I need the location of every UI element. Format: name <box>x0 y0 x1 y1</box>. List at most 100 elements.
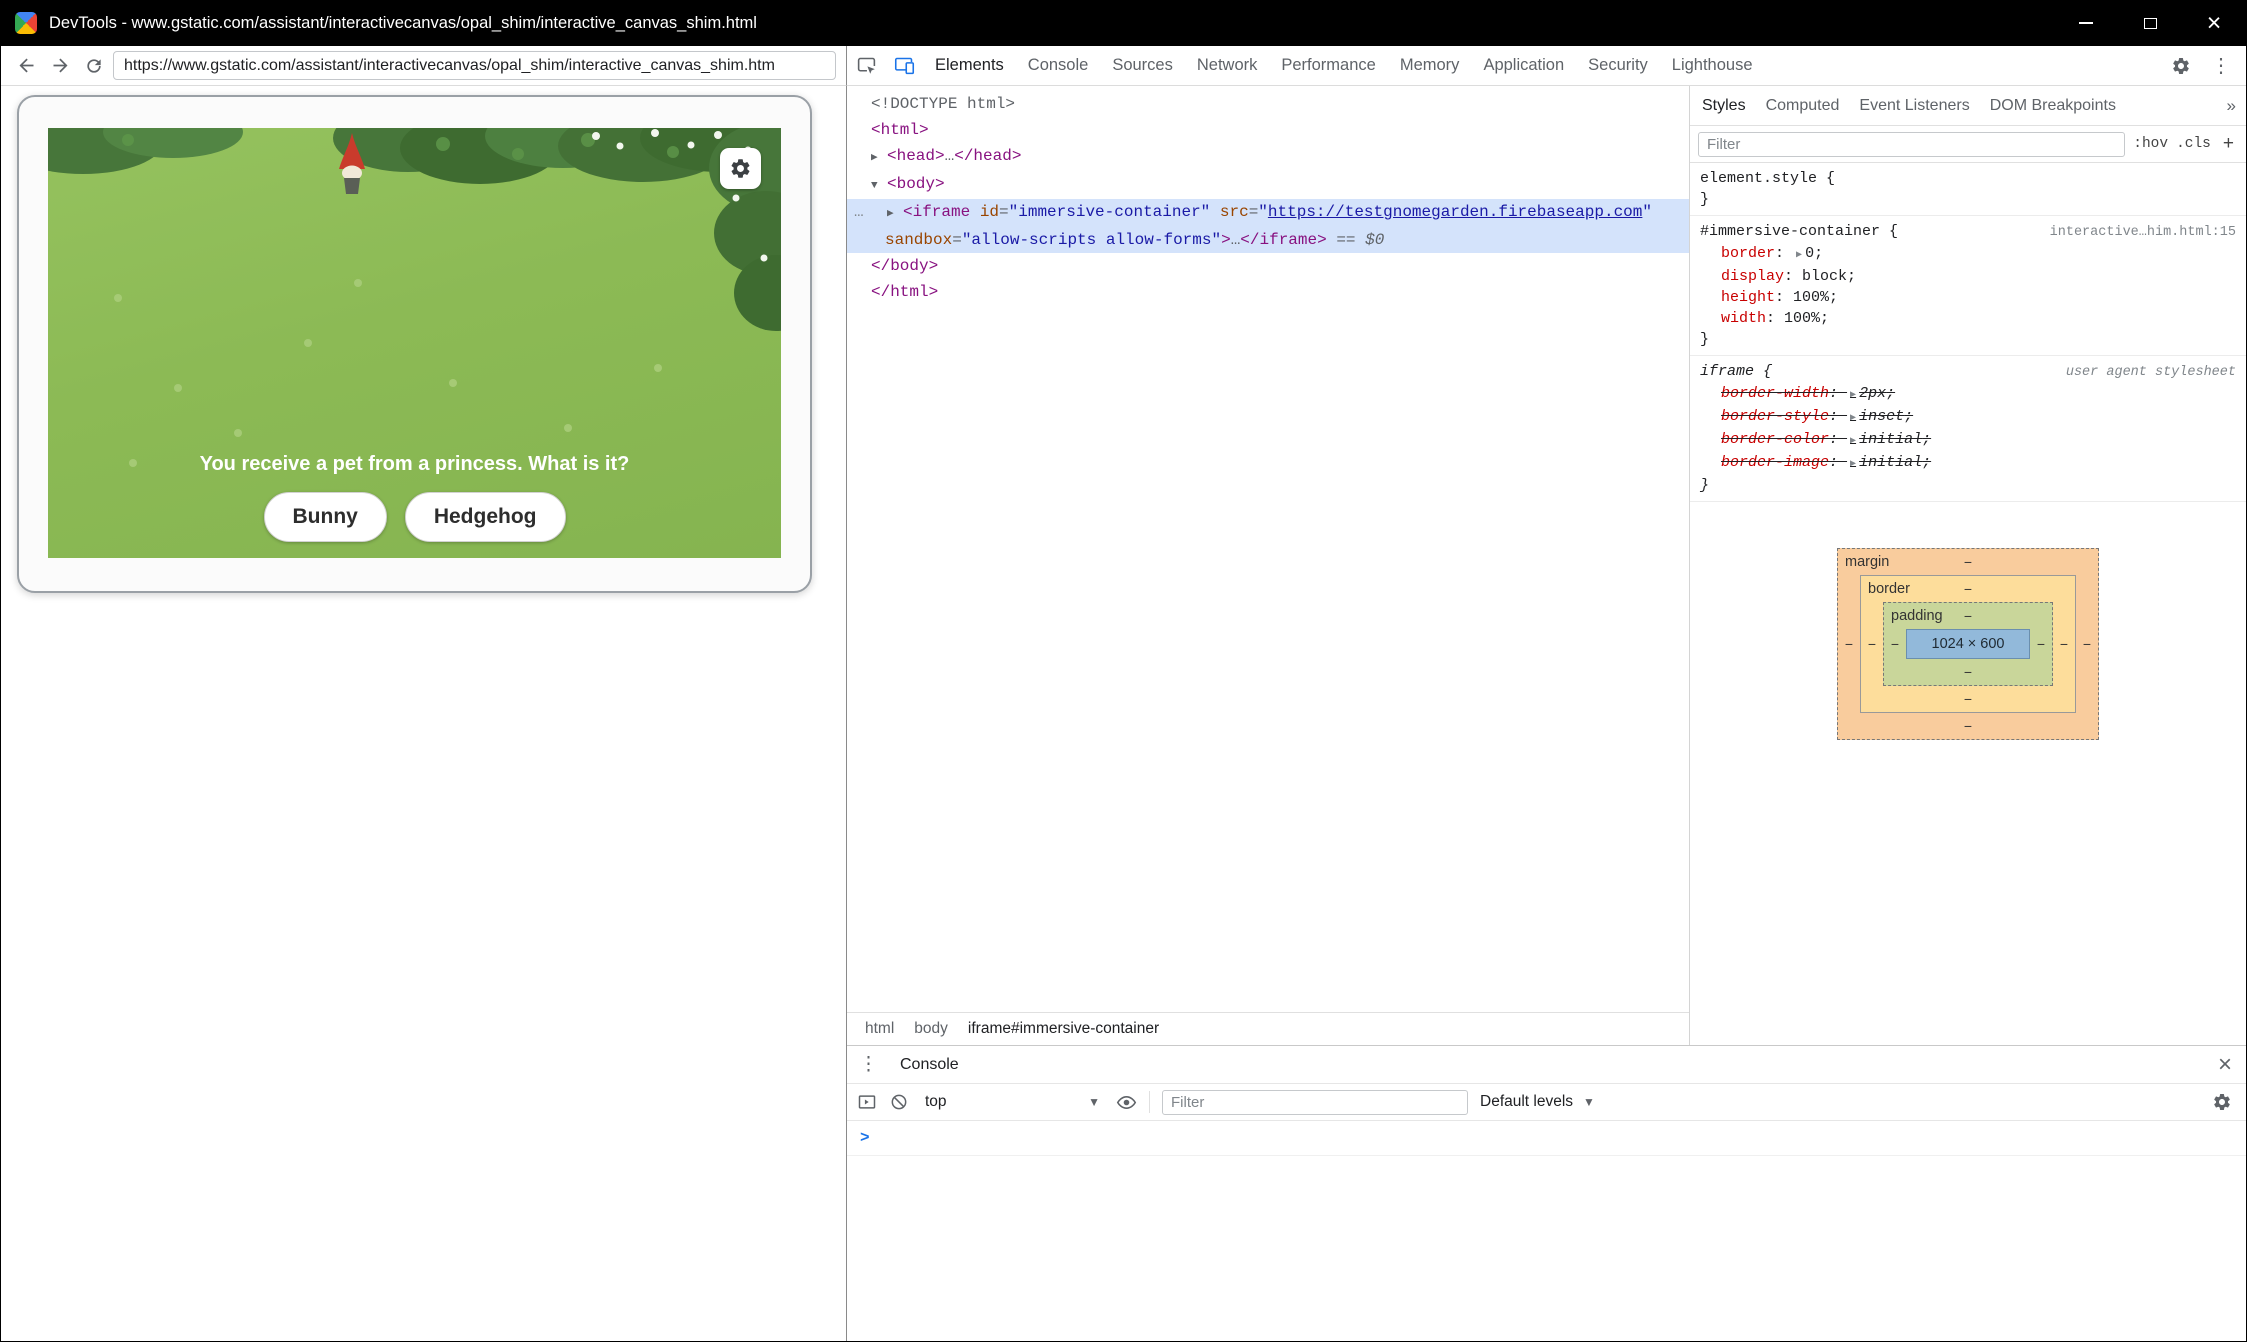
rule-source-link[interactable]: user agent stylesheet <box>2054 362 2236 383</box>
padding-label: padding <box>1891 608 1943 624</box>
maximize-icon <box>2144 18 2157 29</box>
back-button[interactable] <box>11 51 41 81</box>
style-property[interactable]: border-width: ▶2px; <box>1700 383 2236 406</box>
device-toolbar-button[interactable] <box>885 46 923 85</box>
dom-tree-node[interactable]: ▼<body> <box>847 171 1689 199</box>
styles-filter-input[interactable] <box>1698 132 2125 157</box>
inspect-element-button[interactable] <box>847 46 885 85</box>
main-area: You receive a pet from a princess. What … <box>1 86 2246 1341</box>
rule-selector[interactable]: #immersive-container { <box>1700 221 1898 242</box>
expanded-arrow-icon[interactable]: ▼ <box>871 173 887 199</box>
console-drawer: ⋮ Console × top ▼ <box>847 1045 2246 1341</box>
breadcrumb-body[interactable]: body <box>906 1017 956 1041</box>
tab-console[interactable]: Console <box>1016 46 1101 85</box>
reload-button[interactable] <box>79 51 109 81</box>
console-sidebar-toggle-button[interactable] <box>857 1092 877 1112</box>
rule-selector[interactable]: element.style { <box>1700 168 1835 189</box>
window-title: DevTools - www.gstatic.com/assistant/int… <box>49 14 757 33</box>
window-controls: × <box>2054 0 2246 46</box>
element-classes-button[interactable]: .cls <box>2176 136 2211 152</box>
javascript-context-select[interactable]: top ▼ <box>921 1093 1104 1111</box>
devtools-window: DevTools - www.gstatic.com/assistant/int… <box>0 0 2247 1342</box>
elements-tree: <!DOCTYPE html><html>▶<head>…</head>▼<bo… <box>847 86 1689 1012</box>
style-property[interactable]: height: 100%; <box>1700 287 2236 308</box>
drawer-menu-button[interactable]: ⋮ <box>847 1053 890 1076</box>
tab-security[interactable]: Security <box>1576 46 1660 85</box>
sidebar-tab-dom-breakpoints[interactable]: DOM Breakpoints <box>1980 97 2126 115</box>
border-right-value: − <box>2053 602 2075 686</box>
clear-console-button[interactable] <box>889 1092 909 1112</box>
style-property[interactable]: display: block; <box>1700 266 2236 287</box>
game-question-text: You receive a pet from a princess. What … <box>48 453 781 476</box>
style-property[interactable]: border-style: ▶inset; <box>1700 406 2236 429</box>
url-bar[interactable]: https://www.gstatic.com/assistant/intera… <box>113 51 836 80</box>
tab-overflow-button[interactable]: » <box>2217 96 2246 116</box>
style-property[interactable]: border-color: ▶initial; <box>1700 429 2236 452</box>
more-options-button[interactable]: ⋮ <box>2200 53 2242 78</box>
margin-bottom-value: − <box>1838 713 2098 739</box>
breadcrumb-iframe-immersive-container[interactable]: iframe#immersive-container <box>960 1017 1167 1041</box>
padding-left-value: − <box>1884 629 1906 659</box>
tab-sources[interactable]: Sources <box>1100 46 1185 85</box>
dom-tree-node[interactable]: </html> <box>847 279 1689 305</box>
collapsed-arrow-icon[interactable]: ▶ <box>887 201 903 227</box>
game-settings-button[interactable] <box>720 148 761 189</box>
console-messages: > <box>847 1121 2246 1341</box>
style-rule--immersive-container: #immersive-container { interactive…him.ht… <box>1690 216 2246 356</box>
collapsed-arrow-icon[interactable]: ▶ <box>871 145 887 171</box>
style-property[interactable]: width: 100%; <box>1700 308 2236 329</box>
sidebar-tab-styles[interactable]: Styles <box>1692 97 1756 115</box>
console-prompt-icon: > <box>860 1129 870 1147</box>
tab-console-drawer[interactable]: Console <box>890 1056 969 1074</box>
gear-icon <box>729 157 752 180</box>
choice-button-bunny[interactable]: Bunny <box>264 492 387 542</box>
padding-bottom-value: − <box>1884 659 2052 685</box>
forward-button[interactable] <box>45 51 75 81</box>
tab-application[interactable]: Application <box>1471 46 1576 85</box>
toggle-hover-state-button[interactable]: :hov <box>2133 136 2168 152</box>
log-levels-select[interactable]: Default levels ▼ <box>1480 1093 1595 1111</box>
dom-tree-node[interactable]: sandbox="allow-scripts allow-forms">…</i… <box>847 227 1689 253</box>
close-button[interactable]: × <box>2182 0 2246 46</box>
close-drawer-button[interactable]: × <box>2204 1051 2246 1079</box>
style-rule-iframe: iframe { user agent stylesheetborder-widt… <box>1690 356 2246 502</box>
tab-elements[interactable]: Elements <box>923 46 1016 85</box>
clear-console-icon <box>889 1092 909 1112</box>
back-icon <box>16 55 37 76</box>
live-expression-button[interactable] <box>1116 1092 1137 1113</box>
devtools-toolbar-right: ⋮ <box>2162 46 2246 85</box>
dom-tree-node[interactable]: </body> <box>847 253 1689 279</box>
settings-button[interactable] <box>2162 56 2200 76</box>
console-settings-button[interactable] <box>2212 1092 2236 1112</box>
dom-tree-node[interactable]: <!DOCTYPE html> <box>847 91 1689 117</box>
choice-button-hedgehog[interactable]: Hedgehog <box>405 492 566 542</box>
rule-source-link[interactable]: interactive…him.html:15 <box>2038 222 2236 243</box>
gnome-figure <box>332 132 372 196</box>
breadcrumb-html[interactable]: html <box>857 1017 902 1041</box>
style-rules: element.style {}#immersive-container {in… <box>1690 163 2246 502</box>
styles-sidebar-tabs: StylesComputedEvent ListenersDOM Breakpo… <box>1690 86 2246 126</box>
style-property[interactable]: border-image: ▶initial; <box>1700 452 2236 475</box>
dom-tree-node[interactable]: ▶<head>…</head> <box>847 143 1689 171</box>
tab-lighthouse[interactable]: Lighthouse <box>1660 46 1765 85</box>
dom-tree-node[interactable]: …▶<iframe id="immersive-container" src="… <box>847 199 1689 227</box>
tab-memory[interactable]: Memory <box>1388 46 1472 85</box>
rule-selector[interactable]: iframe { <box>1700 361 1772 382</box>
border-label: border <box>1868 581 1910 597</box>
inspect-icon <box>856 55 877 76</box>
style-property[interactable]: border: ▶0; <box>1700 243 2236 266</box>
minimize-button[interactable] <box>2054 0 2118 46</box>
tab-network[interactable]: Network <box>1185 46 1270 85</box>
box-model-border: border − − padding − − <box>1860 575 2076 713</box>
dom-tree-column: <!DOCTYPE html><html>▶<head>…</head>▼<bo… <box>847 86 1689 1045</box>
maximize-button[interactable] <box>2118 0 2182 46</box>
page-preview-pane: You receive a pet from a princess. What … <box>1 86 846 1341</box>
dom-tree-node[interactable]: <html> <box>847 117 1689 143</box>
tab-performance[interactable]: Performance <box>1269 46 1387 85</box>
console-prompt[interactable]: > <box>847 1121 2246 1156</box>
sidebar-tab-computed[interactable]: Computed <box>1756 97 1850 115</box>
new-style-rule-button[interactable]: + <box>2219 133 2238 155</box>
box-model-diagram: margin − − border − − <box>1837 548 2099 740</box>
console-filter-input[interactable] <box>1162 1090 1468 1115</box>
sidebar-tab-event-listeners[interactable]: Event Listeners <box>1849 97 1979 115</box>
